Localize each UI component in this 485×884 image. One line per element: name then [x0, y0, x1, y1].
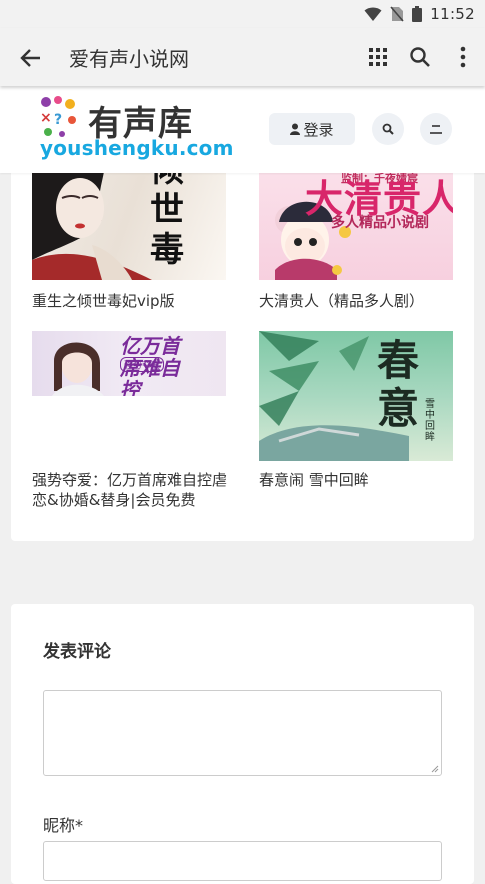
- site-menu-button[interactable]: [420, 113, 452, 145]
- book-title[interactable]: 春意闹 雪中回眸: [259, 470, 459, 490]
- nickname-input[interactable]: [43, 841, 442, 881]
- comment-textarea[interactable]: [43, 690, 442, 776]
- cover-subtitle: 强势夺爱: [120, 357, 165, 372]
- nickname-label: 昵称*: [43, 816, 84, 835]
- status-time: 11:52: [430, 5, 475, 23]
- menu-icon: [430, 125, 442, 134]
- user-icon: [290, 123, 301, 135]
- comment-form: 发表评论 昵称*: [11, 604, 474, 884]
- login-label: 登录: [303, 120, 334, 139]
- logo-url: youshengku.com: [40, 136, 234, 160]
- status-bar: 11:52: [0, 0, 485, 28]
- more-options-button[interactable]: [449, 43, 477, 71]
- book-cover[interactable]: 春意 雪中回眸: [259, 331, 453, 461]
- logo-emblem-icon: × ?: [40, 96, 76, 137]
- app-bar: 爱有声小说网: [0, 28, 485, 86]
- cover-illustration: [259, 331, 409, 461]
- cover-subtitle: 多人精品小说剧: [331, 215, 429, 231]
- cover-title: 春意: [377, 336, 420, 433]
- app-title: 爱有声小说网: [69, 47, 189, 71]
- search-icon: [410, 47, 430, 67]
- cover-subtitle: 雪中回眸: [425, 399, 435, 443]
- svg-text:×: ×: [40, 110, 52, 126]
- grid-icon: [369, 48, 387, 66]
- book-title[interactable]: 大清贵人（精品多人剧）: [259, 291, 459, 311]
- more-vert-icon: [460, 46, 466, 68]
- login-button[interactable]: 登录: [269, 113, 355, 145]
- book-list-card: 倾世毒 监制：千夜婧宸 大清贵人 多人精品小说剧 重生之倾世毒妃vip版 大清贵…: [11, 150, 474, 541]
- battery-icon: [412, 6, 423, 22]
- site-logo[interactable]: × ? 有声库 youshengku.com: [38, 94, 233, 166]
- resize-handle-icon: [431, 765, 439, 773]
- site-search-button[interactable]: [372, 113, 404, 145]
- site-header: × ? 有声库 youshengku.com 登录: [0, 86, 485, 173]
- svg-text:?: ?: [54, 112, 62, 128]
- book-title[interactable]: 重生之倾世毒妃vip版: [32, 291, 232, 311]
- search-button[interactable]: [406, 43, 434, 71]
- back-button[interactable]: [16, 43, 46, 73]
- book-title[interactable]: 强势夺爱：亿万首席难自控虐恋&协婚&替身|会员免费: [32, 470, 228, 510]
- arrow-back-icon: [20, 49, 40, 67]
- no-sim-icon: [390, 6, 404, 22]
- apps-button[interactable]: [364, 43, 392, 71]
- search-icon: [382, 123, 394, 135]
- comment-heading: 发表评论: [43, 642, 111, 662]
- wifi-icon: [364, 7, 382, 21]
- book-cover[interactable]: 亿万首席难自控 强势夺爱: [32, 331, 226, 396]
